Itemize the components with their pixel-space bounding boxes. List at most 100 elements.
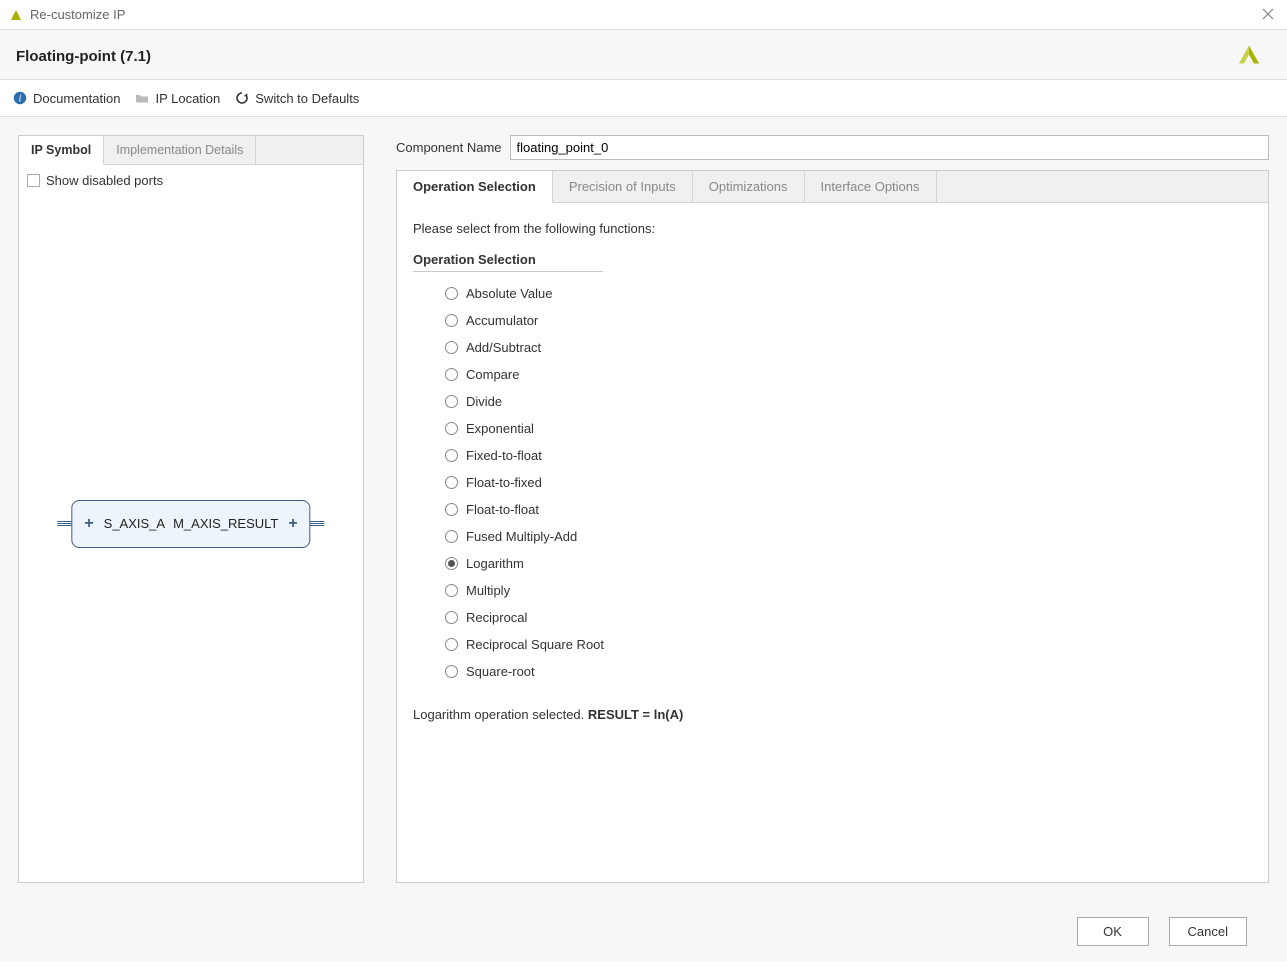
folder-icon (134, 90, 150, 106)
component-name-input[interactable] (510, 135, 1270, 160)
toolbar: i Documentation IP Location Switch to De… (0, 80, 1287, 117)
fieldset-label: Operation Selection (413, 252, 603, 272)
bus-stub-right-icon (311, 521, 325, 526)
header: Floating-point (7.1) (0, 30, 1287, 80)
titlebar: Re-customize IP (0, 0, 1287, 30)
radio-icon[interactable] (445, 476, 458, 489)
window-title: Re-customize IP (30, 7, 125, 22)
switch-defaults-button[interactable]: Switch to Defaults (234, 90, 359, 106)
tab-ip-symbol[interactable]: IP Symbol (19, 136, 104, 165)
cancel-button[interactable]: Cancel (1169, 917, 1247, 946)
left-tabs: IP Symbol Implementation Details (19, 136, 363, 165)
plus-icon: + (82, 515, 95, 533)
content: IP Symbol Implementation Details Show di… (0, 117, 1287, 901)
operation-radio[interactable]: Float-to-float (445, 502, 1252, 517)
operation-radio[interactable]: Multiply (445, 583, 1252, 598)
config-body: Please select from the following functio… (397, 203, 1268, 882)
left-panel: IP Symbol Implementation Details Show di… (18, 135, 364, 883)
operation-label: Fixed-to-float (466, 448, 542, 463)
result-prefix: Logarithm operation selected. (413, 707, 588, 722)
footer: OK Cancel (0, 901, 1287, 961)
tab-operation-selection[interactable]: Operation Selection (397, 171, 553, 203)
operation-label: Float-to-float (466, 502, 539, 517)
operation-label: Float-to-fixed (466, 475, 542, 490)
vivado-icon (8, 7, 24, 23)
ok-button[interactable]: OK (1077, 917, 1149, 946)
operation-radio[interactable]: Compare (445, 367, 1252, 382)
show-disabled-ports-label: Show disabled ports (46, 173, 163, 188)
show-disabled-ports-checkbox[interactable] (27, 174, 40, 187)
bus-stub-left-icon (57, 521, 71, 526)
operation-label: Exponential (466, 421, 534, 436)
operation-label: Reciprocal Square Root (466, 637, 604, 652)
radio-icon[interactable] (445, 611, 458, 624)
tab-interface-options[interactable]: Interface Options (805, 171, 937, 202)
port-out-label: M_AXIS_RESULT (173, 516, 278, 531)
operation-label: Multiply (466, 583, 510, 598)
config-panel: Operation Selection Precision of Inputs … (396, 170, 1269, 883)
radio-icon[interactable] (445, 449, 458, 462)
refresh-icon (234, 90, 250, 106)
operation-label: Accumulator (466, 313, 538, 328)
xilinx-logo-icon (1231, 35, 1267, 74)
radio-icon[interactable] (445, 314, 458, 327)
component-name-label: Component Name (396, 140, 502, 155)
radio-icon[interactable] (445, 422, 458, 435)
operation-label: Add/Subtract (466, 340, 541, 355)
radio-icon[interactable] (445, 665, 458, 678)
svg-text:i: i (19, 94, 22, 105)
radio-icon[interactable] (445, 530, 458, 543)
operation-label: Absolute Value (466, 286, 553, 301)
right-panel: Component Name Operation Selection Preci… (396, 135, 1269, 883)
tab-precision-inputs[interactable]: Precision of Inputs (553, 171, 693, 202)
ip-block-box: + S_AXIS_A M_AXIS_RESULT + (71, 500, 310, 548)
operation-label: Reciprocal (466, 610, 527, 625)
instruction-text: Please select from the following functio… (413, 221, 1252, 236)
operation-label: Logarithm (466, 556, 524, 571)
show-disabled-ports-row[interactable]: Show disabled ports (27, 173, 355, 188)
operation-label: Square-root (466, 664, 535, 679)
page-title: Floating-point (7.1) (16, 48, 1271, 65)
info-icon: i (12, 90, 28, 106)
radio-icon[interactable] (445, 395, 458, 408)
config-tabs: Operation Selection Precision of Inputs … (397, 171, 1268, 203)
operation-radio[interactable]: Exponential (445, 421, 1252, 436)
operation-radio[interactable]: Add/Subtract (445, 340, 1252, 355)
radio-icon[interactable] (445, 341, 458, 354)
radio-icon[interactable] (445, 584, 458, 597)
ip-location-button[interactable]: IP Location (134, 90, 220, 106)
operation-radio[interactable]: Reciprocal Square Root (445, 637, 1252, 652)
operation-label: Divide (466, 394, 502, 409)
close-icon[interactable] (1259, 5, 1277, 23)
documentation-button[interactable]: i Documentation (12, 90, 120, 106)
documentation-label: Documentation (33, 91, 120, 106)
port-in-label: S_AXIS_A (104, 516, 165, 531)
operation-radio[interactable]: Square-root (445, 664, 1252, 679)
radio-icon[interactable] (445, 638, 458, 651)
operation-radio[interactable]: Absolute Value (445, 286, 1252, 301)
operation-radio-group: Absolute Value Accumulator Add/Subtract Com… (413, 286, 1252, 679)
left-body: Show disabled ports + S_AXIS_A M_AXIS_RE… (19, 165, 363, 882)
operation-radio[interactable]: Divide (445, 394, 1252, 409)
radio-icon[interactable] (445, 503, 458, 516)
operation-radio[interactable]: Float-to-fixed (445, 475, 1252, 490)
operation-label: Compare (466, 367, 519, 382)
operation-radio[interactable]: Reciprocal (445, 610, 1252, 625)
switch-defaults-label: Switch to Defaults (255, 91, 359, 106)
ip-symbol-diagram: + S_AXIS_A M_AXIS_RESULT + (57, 500, 324, 548)
tab-optimizations[interactable]: Optimizations (693, 171, 805, 202)
ip-location-label: IP Location (155, 91, 220, 106)
tab-implementation-details[interactable]: Implementation Details (104, 136, 256, 164)
operation-radio[interactable]: Fused Multiply-Add (445, 529, 1252, 544)
operation-radio[interactable]: Fixed-to-float (445, 448, 1252, 463)
operation-radio[interactable]: Logarithm (445, 556, 1252, 571)
radio-icon[interactable] (445, 368, 458, 381)
result-line: Logarithm operation selected. RESULT = l… (413, 707, 1252, 722)
component-name-row: Component Name (396, 135, 1269, 160)
operation-label: Fused Multiply-Add (466, 529, 577, 544)
radio-icon[interactable] (445, 287, 458, 300)
operation-radio[interactable]: Accumulator (445, 313, 1252, 328)
result-formula: RESULT = ln(A) (588, 707, 683, 722)
plus-icon: + (286, 515, 299, 533)
radio-icon[interactable] (445, 557, 458, 570)
